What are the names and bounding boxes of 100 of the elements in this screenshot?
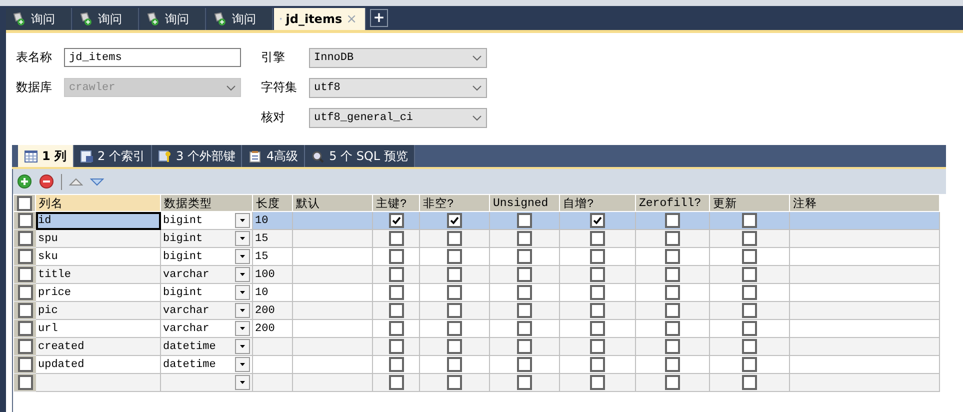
checkbox[interactable] <box>590 249 605 264</box>
checkbox[interactable] <box>447 321 462 336</box>
document-tab[interactable]: 询问 <box>73 8 139 30</box>
checkbox[interactable] <box>517 249 532 264</box>
dropdown-button[interactable] <box>235 321 250 336</box>
dropdown-button[interactable] <box>235 231 250 246</box>
checkbox[interactable] <box>517 339 532 354</box>
checkbox[interactable] <box>742 213 757 228</box>
document-tab[interactable]: 询问 <box>140 8 206 30</box>
checkbox[interactable] <box>447 231 462 246</box>
checkbox[interactable] <box>590 285 605 300</box>
checkbox[interactable] <box>447 249 462 264</box>
checkbox[interactable] <box>517 285 532 300</box>
dropdown-button[interactable] <box>235 285 250 300</box>
column-header[interactable]: 主键? <box>373 195 419 211</box>
checkbox[interactable] <box>388 339 404 354</box>
checkbox[interactable] <box>742 231 757 246</box>
dropdown[interactable]: utf8_general_ci <box>309 108 487 128</box>
checkbox[interactable] <box>665 339 680 354</box>
dropdown-button[interactable] <box>235 357 250 372</box>
checkbox[interactable] <box>447 285 462 300</box>
checkbox[interactable] <box>665 285 680 300</box>
tab[interactable]: 2 个索引 <box>74 145 152 167</box>
checkbox[interactable] <box>388 303 404 318</box>
document-tab[interactable]: 询问 <box>6 8 72 30</box>
checkbox[interactable] <box>665 249 680 264</box>
column-header[interactable]: 更新 <box>710 195 789 211</box>
remove-icon[interactable] <box>39 174 54 189</box>
column-header[interactable]: 数据类型 <box>161 195 252 211</box>
dropdown[interactable]: InnoDB <box>309 48 487 68</box>
checkbox[interactable] <box>388 321 404 336</box>
checkbox[interactable] <box>388 357 404 372</box>
column-header[interactable]: Unsigned <box>490 195 559 211</box>
tab[interactable]: 5 个 SQL 预览 <box>305 145 415 167</box>
checkbox[interactable] <box>447 339 462 354</box>
document-tab[interactable]: 询问 <box>207 8 273 30</box>
checkbox[interactable] <box>590 231 605 246</box>
dropdown-button[interactable] <box>235 375 250 390</box>
checkbox[interactable] <box>517 213 532 228</box>
column-header[interactable]: 长度 <box>253 195 292 211</box>
dropdown-button[interactable] <box>235 339 250 354</box>
new-tab-button[interactable]: + <box>370 9 388 27</box>
checkbox[interactable] <box>742 357 757 372</box>
dropdown-button[interactable] <box>235 249 250 264</box>
checkbox[interactable] <box>742 321 757 336</box>
checkbox[interactable] <box>742 375 757 390</box>
checkbox[interactable] <box>517 357 532 372</box>
checkbox[interactable] <box>590 267 605 282</box>
column-header[interactable]: 列名 <box>36 195 160 211</box>
up-triangle-icon[interactable] <box>69 178 83 186</box>
name-field[interactable]: jd_items <box>64 48 241 67</box>
checkbox[interactable] <box>388 267 404 282</box>
checkbox[interactable] <box>590 213 605 228</box>
dropdown-button[interactable] <box>235 213 250 228</box>
column-header[interactable]: Zerofill? <box>636 195 709 211</box>
checkbox[interactable] <box>388 285 404 300</box>
checkbox[interactable] <box>17 196 32 210</box>
checkbox[interactable] <box>18 231 32 246</box>
checkbox[interactable] <box>590 303 605 318</box>
checkbox[interactable] <box>388 213 404 228</box>
checkbox[interactable] <box>447 375 462 390</box>
checkbox[interactable] <box>665 213 680 228</box>
column-header[interactable]: 注释 <box>790 195 939 211</box>
checkbox[interactable] <box>517 321 532 336</box>
checkbox[interactable] <box>665 303 680 318</box>
checkbox[interactable] <box>18 303 32 318</box>
checkbox[interactable] <box>665 357 680 372</box>
checkbox[interactable] <box>18 249 32 264</box>
checkbox[interactable] <box>18 339 32 354</box>
tab[interactable]: 1 列 <box>18 145 74 167</box>
checkbox[interactable] <box>447 357 462 372</box>
down-triangle-icon[interactable] <box>90 178 104 186</box>
checkbox[interactable] <box>742 285 757 300</box>
dropdown-button[interactable] <box>235 303 250 318</box>
checkbox[interactable] <box>517 267 532 282</box>
column-header[interactable]: 自增? <box>560 195 635 211</box>
dropdown-button[interactable] <box>235 267 250 282</box>
dropdown[interactable]: utf8 <box>309 78 487 98</box>
checkbox[interactable] <box>388 375 404 390</box>
checkbox[interactable] <box>388 249 404 264</box>
checkbox[interactable] <box>665 375 680 390</box>
column-header[interactable]: 默认 <box>293 195 372 211</box>
tab[interactable]: 3 个外部键 <box>152 145 242 167</box>
checkbox[interactable] <box>590 339 605 354</box>
checkbox[interactable] <box>447 213 462 228</box>
checkbox[interactable] <box>517 231 532 246</box>
checkbox[interactable] <box>18 375 32 390</box>
checkbox[interactable] <box>590 375 605 390</box>
checkbox[interactable] <box>388 231 404 246</box>
checkbox[interactable] <box>742 339 757 354</box>
checkbox[interactable] <box>665 231 680 246</box>
tab[interactable]: 4高级 <box>242 145 306 167</box>
add-icon[interactable] <box>17 174 32 189</box>
checkbox[interactable] <box>18 285 32 300</box>
checkbox[interactable] <box>742 249 757 264</box>
checkbox[interactable] <box>665 321 680 336</box>
checkbox[interactable] <box>18 321 32 336</box>
checkbox[interactable] <box>742 303 757 318</box>
checkbox[interactable] <box>517 375 532 390</box>
document-tab[interactable]: jd_items × <box>274 8 366 30</box>
